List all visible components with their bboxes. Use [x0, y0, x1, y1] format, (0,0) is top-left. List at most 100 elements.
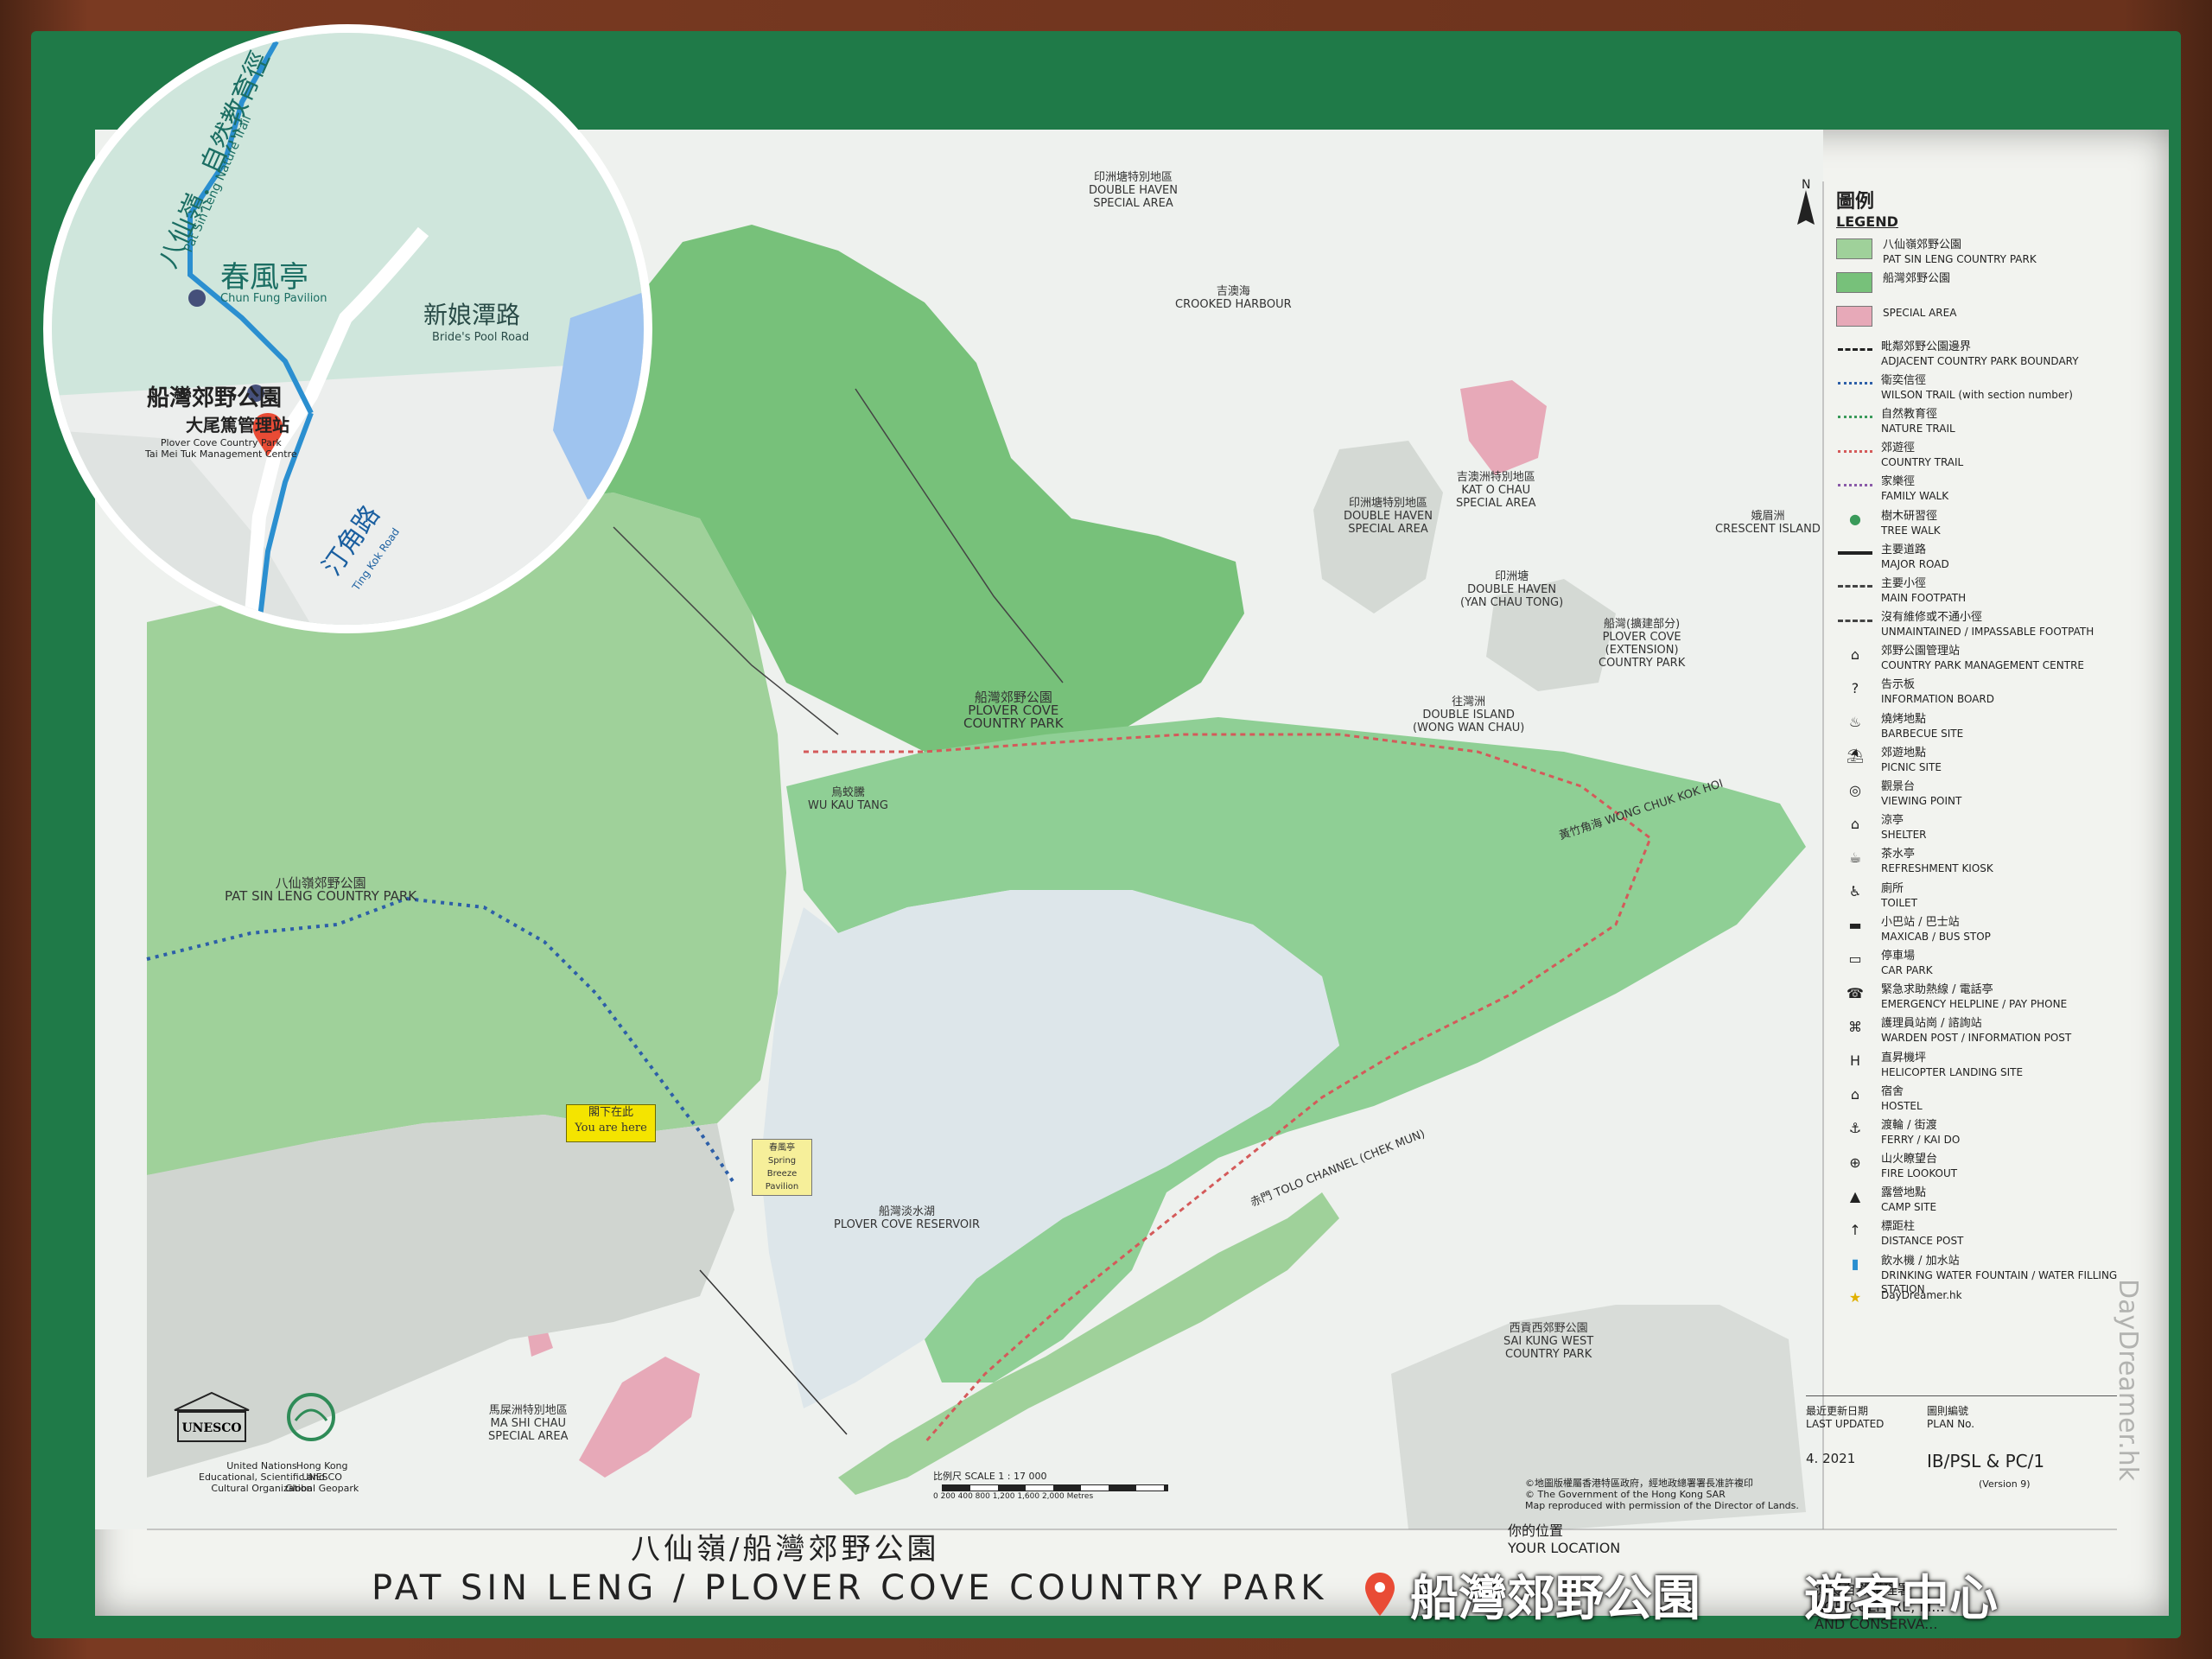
- legend-text-zh: 渡輪 / 街渡: [1881, 1118, 1937, 1132]
- legend-item: 八仙嶺郊野公園 PAT SIN LENG COUNTRY PARK: [1836, 238, 2121, 272]
- map-label-double-haven-mid: 印洲塘特別地區 DOUBLE HAVEN SPECIAL AREA: [1344, 497, 1433, 536]
- scale-ticks: 0 200 400 800 1,200 1,600 2,000 Metres: [933, 1492, 1094, 1501]
- legend-text-zh: 山火瞭望台: [1881, 1153, 1938, 1166]
- legend-text-zh: 告示板: [1881, 678, 1916, 692]
- legend-text-en: FAMILY WALK: [1881, 490, 1949, 503]
- map-label-crescent-island: 娥眉洲 CRESCENT ISLAND: [1715, 510, 1821, 536]
- legend-text: 主要道路 MAJOR ROAD: [1881, 543, 1949, 571]
- legend-text: 衛奕信徑 WILSON TRAIL (with section number): [1881, 374, 2073, 402]
- legend-text: 山火瞭望台 FIRE LOOKOUT: [1881, 1153, 1957, 1180]
- legend-item: ⌂ 涼亭 SHELTER: [1836, 814, 2121, 848]
- legend-heading-en: LEGEND: [1836, 213, 1898, 230]
- last-updated-value: 4. 2021: [1806, 1451, 1856, 1466]
- map-label-ma-shi-chau: 馬屎洲特別地區 MA SHI CHAU SPECIAL AREA: [488, 1404, 569, 1443]
- legend-text-zh: 衛奕信徑: [1881, 373, 1927, 387]
- you-are-here-zh: 閣下在此: [588, 1106, 633, 1119]
- legend-text: 涼亭 SHELTER: [1881, 814, 1927, 842]
- legend-text-zh: 船灣郊野公園: [1883, 272, 1951, 286]
- toilet-icon: ♿: [1848, 883, 1862, 900]
- map-label-reservoir: 船灣淡水湖 PLOVER COVE RESERVOIR: [834, 1205, 981, 1231]
- legend-text-zh: 自然教育徑: [1881, 407, 1938, 421]
- legend-text: 直昇機坪 HELICOPTER LANDING SITE: [1881, 1052, 2023, 1079]
- legend-text-zh: 主要道路: [1881, 543, 1927, 556]
- plan-no-value: IB/PSL & PC/1: [1927, 1451, 2045, 1471]
- legend-text: SPECIAL AREA: [1883, 306, 1956, 320]
- warden-icon: ⌘: [1848, 1018, 1862, 1035]
- overlay-right-text: 遊客中心: [1804, 1569, 1998, 1627]
- legend-text: 船灣郊野公園: [1883, 272, 1950, 286]
- legend-item: ▬ 小巴站 / 巴士站 MAXICAB / BUS STOP: [1836, 916, 2121, 950]
- legend-text-zh: 露營地點: [1881, 1186, 1927, 1200]
- legend-item: ⌘ 護理員站崗 / 諮詢站 WARDEN POST / INFORMATION PO…: [1836, 1017, 2121, 1051]
- legend-text-zh: 護理員站崗 / 諮詢站: [1881, 1017, 1982, 1031]
- inset-road-en: Bride's Pool Road: [432, 331, 530, 344]
- legend-text: 郊野公園管理站 COUNTRY PARK MANAGEMENT CENTRE: [1881, 645, 2084, 672]
- legend-text-en: DISTANCE POST: [1881, 1235, 1964, 1248]
- legend-text-en: BARBECUE SITE: [1881, 727, 1964, 740]
- legend-text: 渡輪 / 街渡 FERRY / KAI DO: [1881, 1119, 1960, 1147]
- legend-text: 告示板 INFORMATION BOARD: [1881, 678, 1994, 706]
- overlay-left-text: 船灣郊野公園: [1410, 1569, 1700, 1627]
- your-location: 你的位置 YOUR LOCATION: [1508, 1522, 1621, 1556]
- map-label-plover-cove-park: 船灣郊野公園 PLOVER COVE COUNTRY PARK: [963, 690, 1064, 731]
- legend-item: 家樂徑 FAMILY WALK: [1836, 475, 2121, 509]
- logos: UNESCO United Nations Educational, Scien…: [173, 1391, 359, 1494]
- legend-line-symbol: [1836, 442, 1874, 461]
- pavilion-label: 春風亭 Spring Breeze Pavilion: [752, 1139, 812, 1196]
- legend-text-zh: 涼亭: [1881, 814, 1904, 828]
- legend-item: ? 告示板 INFORMATION BOARD: [1836, 678, 2121, 712]
- legend-text: 露營地點 CAMP SITE: [1881, 1186, 1936, 1214]
- unesco-mark: UNESCO: [181, 1421, 241, 1435]
- legend: 圖例 LEGEND 八仙嶺郊野公園 PAT SIN LENG COUNTRY PA…: [1836, 186, 2121, 1395]
- legend-text: 八仙嶺郊野公園 PAT SIN LENG COUNTRY PARK: [1883, 238, 2037, 266]
- legend-item: ↑ 標距柱 DISTANCE POST: [1836, 1220, 2121, 1254]
- legend-line-symbol: [1836, 543, 1874, 563]
- copyright-notice: ©地圖版權屬香港特區政府，經地政總署署長准許複印 © The Governmen…: [1525, 1478, 1799, 1511]
- legend-text-zh: 郊遊徑: [1881, 442, 1916, 455]
- legend-text-zh: 郊野公園管理站: [1881, 645, 1961, 658]
- legend-text-zh: 標距柱: [1881, 1220, 1916, 1234]
- legend-item: 毗鄰郊野公園邊界 ADJACENT COUNTRY PARK BOUNDARY: [1836, 340, 2121, 374]
- legend-text-zh: 小巴站 / 巴士站: [1881, 915, 1960, 929]
- heli-icon: H: [1849, 1052, 1861, 1069]
- legend-text: 毗鄰郊野公園邊界 ADJACENT COUNTRY PARK BOUNDARY: [1881, 340, 2079, 368]
- legend-text-zh: 家樂徑: [1881, 475, 1916, 489]
- fire-icon: ⊕: [1849, 1154, 1861, 1171]
- legend-text-en: SHELTER: [1881, 829, 1927, 842]
- legend-item: ▮ 飲水機 / 加水站 DRINKING WATER FOUNTAIN / WATE…: [1836, 1255, 2121, 1295]
- legend-text-en: ADJACENT COUNTRY PARK BOUNDARY: [1881, 354, 2079, 367]
- legend-text-en: COUNTRY TRAIL: [1881, 456, 1964, 469]
- legend-text-en: NATURE TRAIL: [1881, 422, 1955, 435]
- legend-line-symbol: [1836, 577, 1874, 596]
- legend-text-zh: 燒烤地點: [1881, 712, 1927, 726]
- tree-icon: ●: [1849, 511, 1861, 527]
- legend-text-en: INFORMATION BOARD: [1881, 693, 1994, 706]
- legend-text-en: REFRESHMENT KIOSK: [1881, 862, 1993, 875]
- legend-text: 郊遊徑 COUNTRY TRAIL: [1881, 442, 1963, 469]
- legend-text-zh: 茶水亭: [1881, 848, 1916, 861]
- legend-item: ▲ 露營地點 CAMP SITE: [1836, 1186, 2121, 1220]
- legend-text-zh: 毗鄰郊野公園邊界: [1881, 340, 1972, 353]
- geopark-logo-icon: [287, 1393, 335, 1441]
- legend-text: 自然教育徑 NATURE TRAIL: [1881, 408, 1955, 435]
- map-label-kat-o-chau: 吉澳洲特別地區 KAT O CHAU SPECIAL AREA: [1456, 471, 1536, 510]
- picnic-icon: ⛱: [1846, 747, 1865, 765]
- kiosk-icon: ☕: [1848, 849, 1862, 866]
- inset-centre-zh2: 大尾篤管理站: [186, 415, 289, 435]
- legend-text-en: PICNIC SITE: [1881, 760, 1942, 773]
- legend-text-zh: 主要小徑: [1881, 576, 1927, 590]
- bbq-icon: ♨: [1848, 714, 1862, 731]
- legend-text-zh: 緊急求助熱線 / 電話亭: [1881, 983, 1993, 997]
- pavilion-pin-icon: [188, 289, 206, 307]
- legend-text-en: HELICOPTER LANDING SITE: [1881, 1065, 2024, 1078]
- legend-heading-zh: 圖例: [1836, 191, 1875, 213]
- legend-item: 主要小徑 MAIN FOOTPATH: [1836, 577, 2121, 611]
- legend-item: ☎ 緊急求助熱線 / 電話亭 EMERGENCY HELPLINE / PAY PH…: [1836, 983, 2121, 1017]
- legend-text-en: WILSON TRAIL (with section number): [1881, 388, 2073, 401]
- shelter-icon: ⌂: [1850, 815, 1860, 832]
- legend-text: 廁所 TOILET: [1881, 882, 1917, 910]
- post-icon: ↑: [1849, 1221, 1861, 1238]
- question-icon: ?: [1851, 679, 1859, 696]
- legend-text-zh: 宿舍: [1881, 1084, 1904, 1098]
- legend-text-en: SPECIAL AREA: [1883, 307, 1957, 320]
